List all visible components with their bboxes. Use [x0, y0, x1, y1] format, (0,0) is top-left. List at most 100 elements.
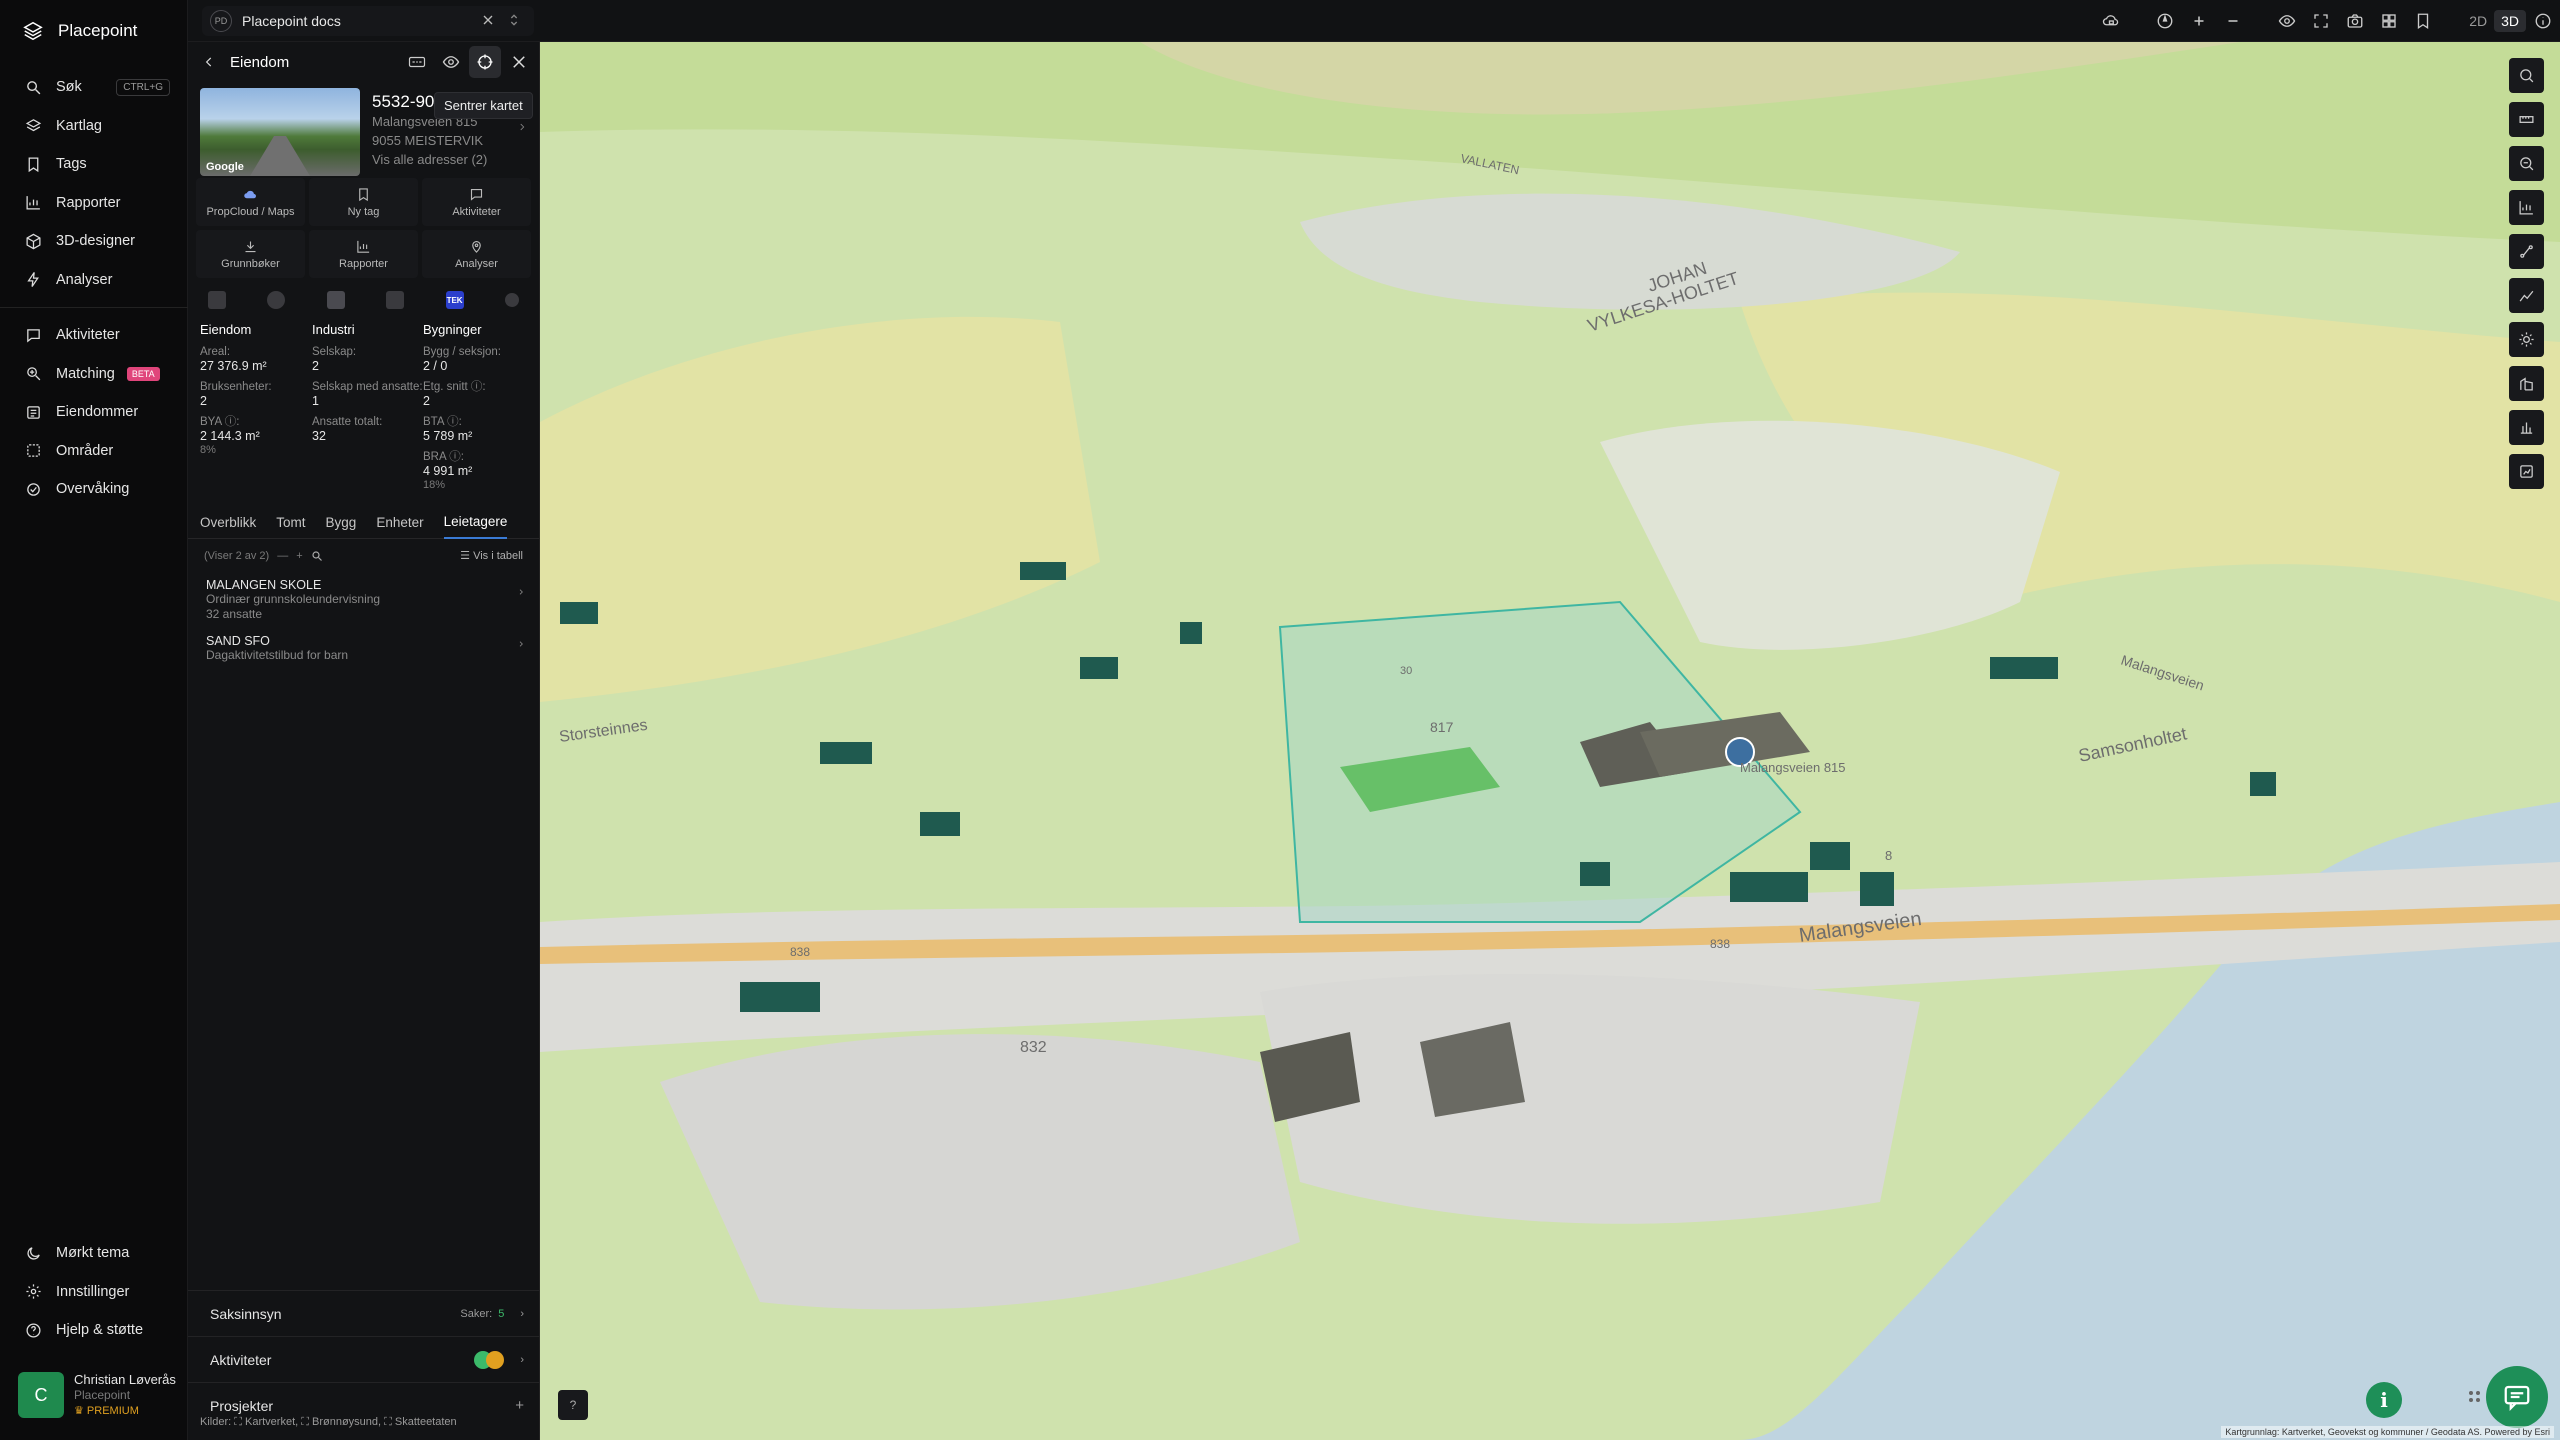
- back-icon[interactable]: [202, 55, 216, 69]
- nav-item-matching[interactable]: Matching BETA: [0, 355, 188, 394]
- doc-tab[interactable]: PD Placepoint docs: [202, 6, 534, 36]
- compass-button[interactable]: [2148, 4, 2182, 38]
- document-icon[interactable]: [208, 291, 226, 309]
- section-aktiviteter[interactable]: Aktiviteter ›: [188, 1336, 540, 1382]
- street-view-thumbnail[interactable]: Google: [200, 88, 360, 176]
- chat-fab[interactable]: [2486, 1366, 2548, 1428]
- nav-item-eiendommer[interactable]: Eiendommer: [0, 393, 188, 432]
- collapse-icon[interactable]: —: [277, 550, 288, 562]
- lock-map-button[interactable]: [2094, 4, 2128, 38]
- nav-label: Rapporter: [56, 194, 121, 211]
- close-panel-button[interactable]: [503, 46, 535, 78]
- list-item[interactable]: SAND SFO Dagaktivitetstilbud for barn: [188, 628, 539, 669]
- tab-enheter[interactable]: Enheter: [376, 507, 423, 538]
- new-tag-button[interactable]: Ny tag: [309, 178, 418, 226]
- close-icon[interactable]: [480, 12, 496, 28]
- panorama-icon: [408, 56, 426, 68]
- view-table-button[interactable]: ☰ Vis i tabell: [460, 549, 523, 562]
- tool-section-button[interactable]: [2509, 410, 2544, 445]
- mode-3d-button[interactable]: 3D: [2494, 10, 2526, 32]
- tab-leietagere[interactable]: Leietagere: [443, 506, 508, 539]
- cloud-lock-icon: [2103, 15, 2119, 26]
- nav-item-overvaking[interactable]: Overvåking: [0, 470, 188, 509]
- tool-layers-button[interactable]: [2509, 58, 2544, 93]
- map-help-button[interactable]: ?: [558, 1390, 588, 1420]
- search-sparkle-icon: [27, 367, 41, 381]
- nav-item-dark-theme[interactable]: Mørkt tema: [0, 1234, 188, 1273]
- info-button[interactable]: [2526, 4, 2560, 38]
- activities-button[interactable]: Aktiviteter: [422, 178, 531, 226]
- tenant-employees: 32 ansatte: [206, 607, 263, 621]
- list-icon: [27, 405, 40, 419]
- tool-chart-button[interactable]: [2509, 190, 2544, 225]
- add-project-button[interactable]: +: [515, 1397, 524, 1414]
- grunnboker-button[interactable]: Grunnbøker: [196, 230, 305, 278]
- all-addresses-link[interactable]: Vis alle adresser (2): [372, 150, 487, 169]
- nav-item-rapporter[interactable]: Rapporter: [0, 184, 188, 223]
- tab-tomt[interactable]: Tomt: [276, 507, 305, 538]
- stat-value: 5 789 m²: [423, 429, 473, 443]
- nav-item-3d-designer[interactable]: 3D-designer: [0, 222, 188, 261]
- reports-button[interactable]: Rapporter: [309, 230, 418, 278]
- propcloud-button[interactable]: PropCloud / Maps: [196, 178, 305, 226]
- map-view[interactable]: Malangsveien 815 Malangsveien Malangsvei…: [540, 42, 2560, 1440]
- app-logo[interactable]: Placepoint: [22, 20, 137, 42]
- tool-report-button[interactable]: [2509, 454, 2544, 489]
- nav-item-help[interactable]: Hjelp & støtte: [0, 1311, 188, 1350]
- center-map-button[interactable]: [469, 46, 501, 78]
- visibility-toggle[interactable]: [435, 46, 467, 78]
- tool-building-button[interactable]: [2509, 366, 2544, 401]
- nav-item-kartlag[interactable]: Kartlag: [0, 107, 188, 146]
- nav-item-aktiviteter[interactable]: Aktiviteter: [0, 316, 188, 355]
- chevron-updown-icon[interactable]: [506, 12, 522, 28]
- tool-path-button[interactable]: [2509, 234, 2544, 269]
- nav-item-omrader[interactable]: Områder: [0, 432, 188, 471]
- add-icon[interactable]: +: [296, 550, 302, 562]
- tab-bygg[interactable]: Bygg: [326, 507, 357, 538]
- chevron-right-icon[interactable]: [517, 122, 527, 132]
- tek-icon[interactable]: TEK: [445, 291, 464, 309]
- screenshot-button[interactable]: [2338, 4, 2372, 38]
- globe-icon[interactable]: [267, 291, 286, 309]
- drag-handle-icon[interactable]: [2466, 1388, 2486, 1408]
- view-360-button[interactable]: [401, 46, 433, 78]
- tenant-name: SAND SFO: [206, 634, 270, 648]
- nav-item-analyser[interactable]: Analyser: [0, 261, 188, 300]
- camera-icon: [2347, 14, 2363, 28]
- action-label: Aktiviteter: [452, 205, 501, 218]
- panel-header: Eiendom: [188, 42, 539, 82]
- info-fab[interactable]: i: [2366, 1382, 2402, 1418]
- visibility-button[interactable]: [2270, 4, 2304, 38]
- bar-chart-icon[interactable]: [386, 291, 405, 309]
- list-item[interactable]: MALANGEN SKOLE Ordinær grunnskoleundervi…: [188, 572, 539, 628]
- building: [1080, 657, 1118, 679]
- nav-item-tags[interactable]: Tags: [0, 145, 188, 184]
- nav-divider: [0, 307, 188, 308]
- mode-2d-button[interactable]: 2D: [2462, 13, 2494, 29]
- nav-item-settings[interactable]: Innstillinger: [0, 1273, 188, 1312]
- elevation-label: 30: [1400, 665, 1412, 677]
- tab-overblikk[interactable]: Overblikk: [200, 507, 256, 538]
- more-icon[interactable]: [504, 293, 519, 307]
- tool-sun-button[interactable]: [2509, 322, 2544, 357]
- section-saksinnsyn[interactable]: Saksinnsyn Saker: 5 ›: [188, 1290, 540, 1336]
- bookmark-button[interactable]: [2406, 4, 2440, 38]
- cases-label: Saker:: [460, 1307, 493, 1320]
- map-canvas[interactable]: Malangsveien 815 Malangsveien Malangsvei…: [540, 42, 2560, 1440]
- tool-measure-button[interactable]: [2509, 102, 2544, 137]
- developed-area: [660, 1034, 1300, 1310]
- zoom-out-button[interactable]: [2216, 4, 2250, 38]
- user-profile[interactable]: C Christian Løverås Placepoint ♛ PREMIUM: [18, 1372, 176, 1418]
- analyses-button[interactable]: Analyser: [422, 230, 531, 278]
- industry-icon[interactable]: [326, 291, 345, 309]
- stat-label: BYA ⓘ:: [200, 416, 240, 428]
- tool-inspect-button[interactable]: [2509, 146, 2544, 181]
- cube-icon: [26, 233, 41, 250]
- fullscreen-button[interactable]: [2304, 4, 2338, 38]
- grid-button[interactable]: [2372, 4, 2406, 38]
- tool-profile-button[interactable]: [2509, 278, 2544, 313]
- zoom-in-button[interactable]: [2182, 4, 2216, 38]
- nav-bottom: Mørkt tema Innstillinger Hjelp & støtte: [0, 1234, 188, 1350]
- nav-item-sok[interactable]: Søk CTRL+G: [0, 68, 188, 107]
- search-icon[interactable]: [311, 550, 323, 562]
